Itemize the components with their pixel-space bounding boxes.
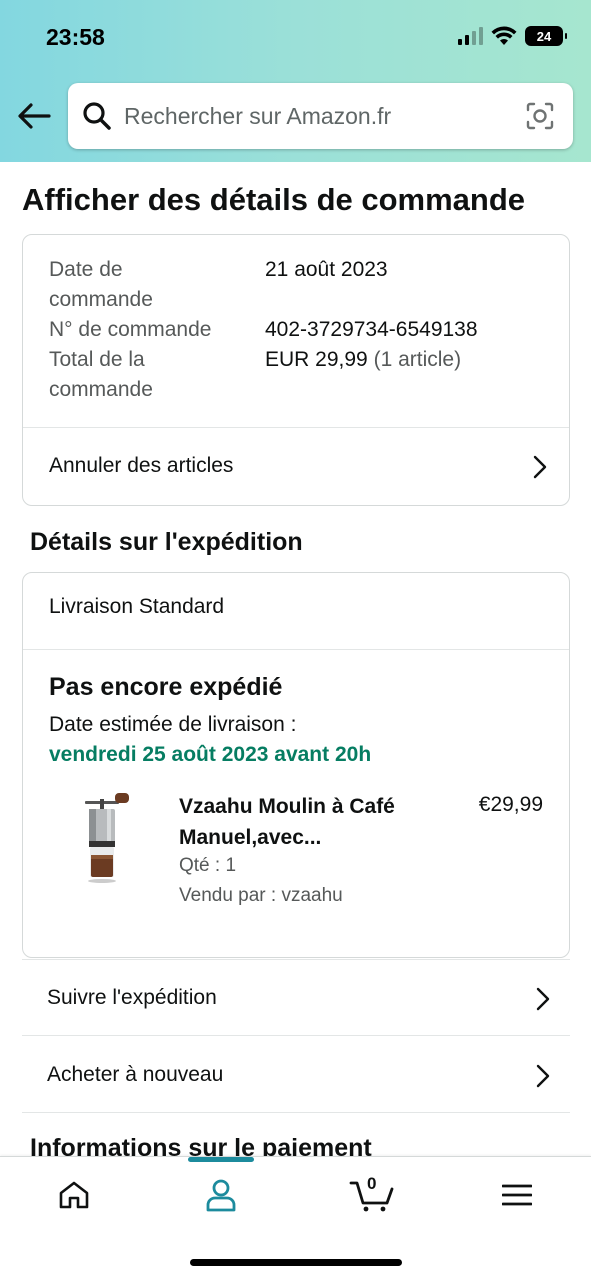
chevron-right-icon: [533, 455, 547, 479]
profile-icon: [206, 1179, 236, 1212]
shipping-section-title: Détails sur l'expédition: [30, 528, 303, 556]
cart-count-badge: 0: [367, 1174, 377, 1193]
shipment-status: Pas encore expédié: [49, 673, 283, 701]
back-button[interactable]: [14, 96, 54, 136]
search-bar[interactable]: [68, 83, 573, 149]
shipment-card: Livraison Standard Pas encore expédié Da…: [22, 572, 570, 958]
delivery-estimate-label: Date estimée de livraison :: [49, 713, 297, 736]
active-tab-indicator: [188, 1157, 254, 1162]
status-indicators: 24: [458, 26, 567, 46]
track-shipment-link[interactable]: Suivre l'expédition: [22, 960, 570, 1036]
order-date-label: Date de commande: [49, 258, 153, 311]
order-total-value: EUR 29,99 (1 article): [265, 345, 461, 375]
tab-home[interactable]: [44, 1175, 104, 1215]
search-input[interactable]: [124, 83, 504, 149]
delivery-estimate-date: vendredi 25 août 2023 avant 20h: [49, 743, 372, 766]
back-arrow-icon: [18, 103, 51, 129]
product-price: €29,99: [478, 793, 543, 816]
order-total-items: (1 article): [373, 348, 462, 371]
product-title[interactable]: Vzaahu Moulin à Café Manuel,avec...: [179, 791, 429, 853]
product-image[interactable]: [67, 791, 147, 891]
status-time: 23:58: [46, 24, 105, 50]
divider: [23, 649, 569, 650]
order-number-value: 402-3729734-6549138: [265, 318, 478, 341]
order-total-amount: EUR 29,99: [265, 348, 368, 371]
chevron-right-icon: [536, 1064, 550, 1088]
home-indicator: [190, 1259, 402, 1266]
order-number-label: N° de commande: [49, 318, 212, 341]
track-shipment-label: Suivre l'expédition: [47, 985, 217, 1009]
cellular-signal-icon: [458, 27, 483, 45]
home-icon: [59, 1181, 89, 1209]
app-header: 23:58 24: [0, 0, 591, 162]
wifi-icon: [491, 26, 517, 45]
shipping-method: Livraison Standard: [49, 595, 225, 618]
cancel-items-label: Annuler des articles: [49, 454, 234, 477]
order-date-value: 21 août 2023: [265, 258, 388, 281]
product-seller: Vendu par : vzaahu: [179, 885, 343, 906]
search-icon: [83, 102, 111, 130]
order-summary-card: Date de commande 21 août 2023 N° de comm…: [22, 234, 570, 506]
page-title: Afficher des détails de commande: [22, 182, 526, 217]
product-quantity: Qté : 1: [179, 855, 237, 876]
menu-icon: [502, 1184, 532, 1206]
tab-profile[interactable]: [191, 1175, 251, 1215]
order-total-label: Total de la commande: [49, 348, 153, 401]
buy-again-link[interactable]: Acheter à nouveau: [22, 1037, 570, 1113]
cancel-items-link[interactable]: Annuler des articles: [23, 428, 569, 504]
battery-icon: 24: [525, 26, 567, 46]
camera-icon[interactable]: [525, 101, 555, 131]
chevron-right-icon: [536, 987, 550, 1011]
buy-again-label: Acheter à nouveau: [47, 1062, 224, 1086]
tab-menu[interactable]: [487, 1175, 547, 1215]
